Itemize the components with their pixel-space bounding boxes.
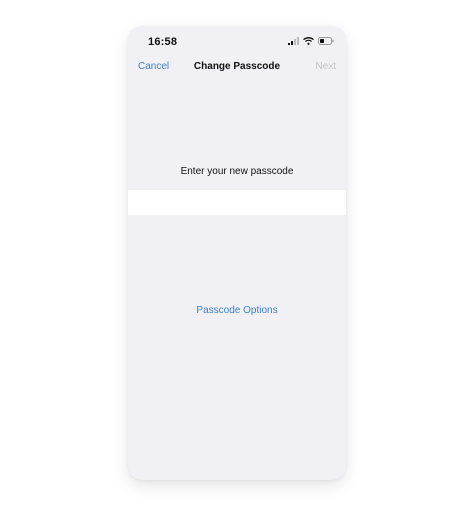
status-time: 16:58	[148, 36, 178, 48]
battery-icon	[318, 37, 334, 45]
cellular-signal-icon	[288, 37, 299, 45]
phone-screen: 16:58 Cancel Change Passcode Next Enter …	[128, 26, 346, 480]
wifi-icon	[303, 37, 314, 45]
status-bar: 16:58	[128, 26, 346, 56]
navigation-bar: Cancel Change Passcode Next	[128, 56, 346, 78]
passcode-input[interactable]	[128, 190, 346, 215]
passcode-prompt: Enter your new passcode	[180, 166, 294, 177]
status-icons	[288, 37, 334, 45]
next-button[interactable]: Next	[315, 61, 336, 72]
page-title: Change Passcode	[193, 61, 281, 72]
page: 16:58 Cancel Change Passcode Next Enter …	[0, 0, 474, 505]
passcode-options-button[interactable]: Passcode Options	[128, 305, 346, 316]
